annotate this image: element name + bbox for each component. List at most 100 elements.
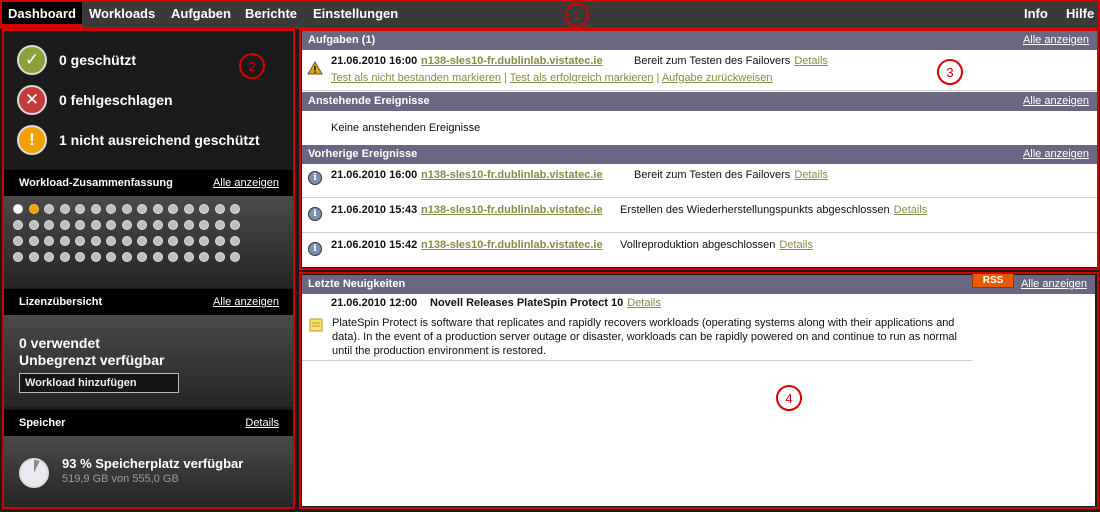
workload-dot[interactable] bbox=[183, 220, 194, 230]
task-details-link[interactable]: Details bbox=[794, 55, 828, 67]
workload-dot[interactable] bbox=[59, 220, 70, 230]
workload-dot[interactable] bbox=[28, 252, 39, 262]
workload-dot[interactable] bbox=[44, 220, 54, 230]
callout-number-1: 1 bbox=[565, 3, 589, 27]
workload-dot-area bbox=[3, 196, 294, 288]
workload-dot[interactable] bbox=[90, 236, 101, 246]
workload-dot[interactable] bbox=[75, 236, 85, 246]
add-workload-button[interactable]: Workload hinzufügen bbox=[19, 373, 179, 393]
workload-dot[interactable] bbox=[90, 220, 101, 230]
event-date: 21.06.2010 15:42 bbox=[331, 239, 418, 251]
workload-dot[interactable] bbox=[121, 236, 132, 246]
workload-dot[interactable] bbox=[106, 204, 116, 214]
workload-dot[interactable] bbox=[199, 236, 209, 246]
workload-dot[interactable] bbox=[214, 252, 225, 262]
workload-dot[interactable] bbox=[152, 220, 163, 230]
workload-dot[interactable] bbox=[59, 236, 70, 246]
workload-dot[interactable] bbox=[121, 204, 132, 214]
workload-dot[interactable] bbox=[13, 236, 23, 246]
workload-dot[interactable] bbox=[106, 220, 116, 230]
workload-dot[interactable] bbox=[230, 252, 240, 262]
workload-dot[interactable] bbox=[168, 252, 178, 262]
workload-dot[interactable] bbox=[137, 220, 147, 230]
event-details-link[interactable]: Details bbox=[894, 204, 928, 216]
nav-hilfe[interactable]: Hilfe bbox=[1060, 0, 1100, 27]
workload-dot[interactable] bbox=[214, 236, 225, 246]
workload-dot[interactable] bbox=[183, 252, 194, 262]
workload-dot[interactable] bbox=[13, 204, 23, 214]
nav-berichte[interactable]: Berichte bbox=[239, 0, 303, 27]
workload-dot[interactable] bbox=[106, 236, 116, 246]
workload-dot[interactable] bbox=[168, 236, 178, 246]
workload-summary-title: Workload-Zusammenfassung bbox=[19, 177, 173, 189]
workload-dot[interactable] bbox=[152, 252, 163, 262]
task-date: 21.06.2010 16:00 bbox=[331, 55, 418, 67]
license-link[interactable]: Alle anzeigen bbox=[213, 289, 279, 315]
event-details-link[interactable]: Details bbox=[794, 169, 828, 181]
workload-dot[interactable] bbox=[44, 236, 54, 246]
workload-dot[interactable] bbox=[121, 252, 132, 262]
workload-dot[interactable] bbox=[75, 252, 85, 262]
status-failed: ✕ 0 fehlgeschlagen bbox=[17, 85, 173, 115]
workload-dot[interactable] bbox=[90, 252, 101, 262]
workload-dot[interactable] bbox=[137, 236, 147, 246]
workload-dot[interactable] bbox=[230, 220, 240, 230]
event-host-link[interactable]: n138-sles10-fr.dublinlab.vistatec.ie bbox=[421, 169, 603, 181]
workload-dot[interactable] bbox=[152, 204, 163, 214]
workload-dot[interactable] bbox=[230, 204, 240, 214]
rss-button[interactable]: RSS bbox=[972, 273, 1014, 288]
upcoming-view-all-link[interactable]: Alle anzeigen bbox=[1023, 92, 1089, 111]
nav-dashboard[interactable]: Dashboard bbox=[2, 0, 82, 27]
workload-dot[interactable] bbox=[199, 220, 209, 230]
workload-dot[interactable] bbox=[121, 220, 132, 230]
workload-dot[interactable] bbox=[90, 204, 101, 214]
storage-details-link[interactable]: Details bbox=[245, 410, 279, 436]
mark-test-success-link[interactable]: Test als erfolgreich markieren bbox=[510, 72, 654, 84]
nav-einstellungen[interactable]: Einstellungen bbox=[307, 0, 404, 27]
workload-dot[interactable] bbox=[168, 220, 178, 230]
workload-summary-link[interactable]: Alle anzeigen bbox=[213, 170, 279, 196]
nav-aufgaben[interactable]: Aufgaben bbox=[165, 0, 237, 27]
workload-dot[interactable] bbox=[44, 252, 54, 262]
workload-dot[interactable] bbox=[183, 236, 194, 246]
workload-dot[interactable] bbox=[75, 204, 85, 214]
workload-dot[interactable] bbox=[28, 236, 39, 246]
workload-dot[interactable] bbox=[44, 204, 54, 214]
news-details-link[interactable]: Details bbox=[627, 297, 661, 309]
tasks-view-all-link[interactable]: Alle anzeigen bbox=[1023, 31, 1089, 50]
license-used: 0 verwendet bbox=[19, 335, 100, 351]
workload-dot[interactable] bbox=[59, 252, 70, 262]
event-details-link[interactable]: Details bbox=[779, 239, 813, 251]
workload-dot[interactable] bbox=[13, 252, 23, 262]
workload-dot-grid bbox=[13, 204, 243, 268]
workload-dot[interactable] bbox=[168, 204, 178, 214]
workload-dot[interactable] bbox=[183, 204, 194, 214]
workload-dot[interactable] bbox=[59, 204, 70, 214]
workload-dot[interactable] bbox=[28, 220, 39, 230]
workload-dot[interactable] bbox=[152, 236, 163, 246]
reject-task-link[interactable]: Aufgabe zurückweisen bbox=[662, 72, 773, 84]
mark-test-failed-link[interactable]: Test als nicht bestanden markieren bbox=[331, 72, 501, 84]
task-host-link[interactable]: n138-sles10-fr.dublinlab.vistatec.ie bbox=[421, 55, 603, 67]
divider bbox=[302, 197, 1097, 198]
workload-dot[interactable] bbox=[137, 252, 147, 262]
workload-dot[interactable] bbox=[28, 204, 39, 214]
event-host-link[interactable]: n138-sles10-fr.dublinlab.vistatec.ie bbox=[421, 239, 603, 251]
status-protected-label: 0 geschützt bbox=[59, 52, 137, 68]
event-message: Bereit zum Testen des Failovers bbox=[634, 169, 791, 181]
workload-dot[interactable] bbox=[214, 204, 225, 214]
workload-dot[interactable] bbox=[75, 220, 85, 230]
nav-info[interactable]: Info bbox=[1018, 0, 1054, 27]
workload-dot[interactable] bbox=[199, 252, 209, 262]
workload-dot[interactable] bbox=[106, 252, 116, 262]
nav-workloads[interactable]: Workloads bbox=[83, 0, 161, 27]
previous-view-all-link[interactable]: Alle anzeigen bbox=[1023, 145, 1089, 164]
workload-dot[interactable] bbox=[199, 204, 209, 214]
event-host-link[interactable]: n138-sles10-fr.dublinlab.vistatec.ie bbox=[421, 204, 603, 216]
workload-dot[interactable] bbox=[214, 220, 225, 230]
storage-title: Speicher bbox=[19, 417, 66, 429]
news-view-all-link[interactable]: Alle anzeigen bbox=[1021, 275, 1087, 294]
workload-dot[interactable] bbox=[230, 236, 240, 246]
workload-dot[interactable] bbox=[137, 204, 147, 214]
workload-dot[interactable] bbox=[13, 220, 23, 230]
